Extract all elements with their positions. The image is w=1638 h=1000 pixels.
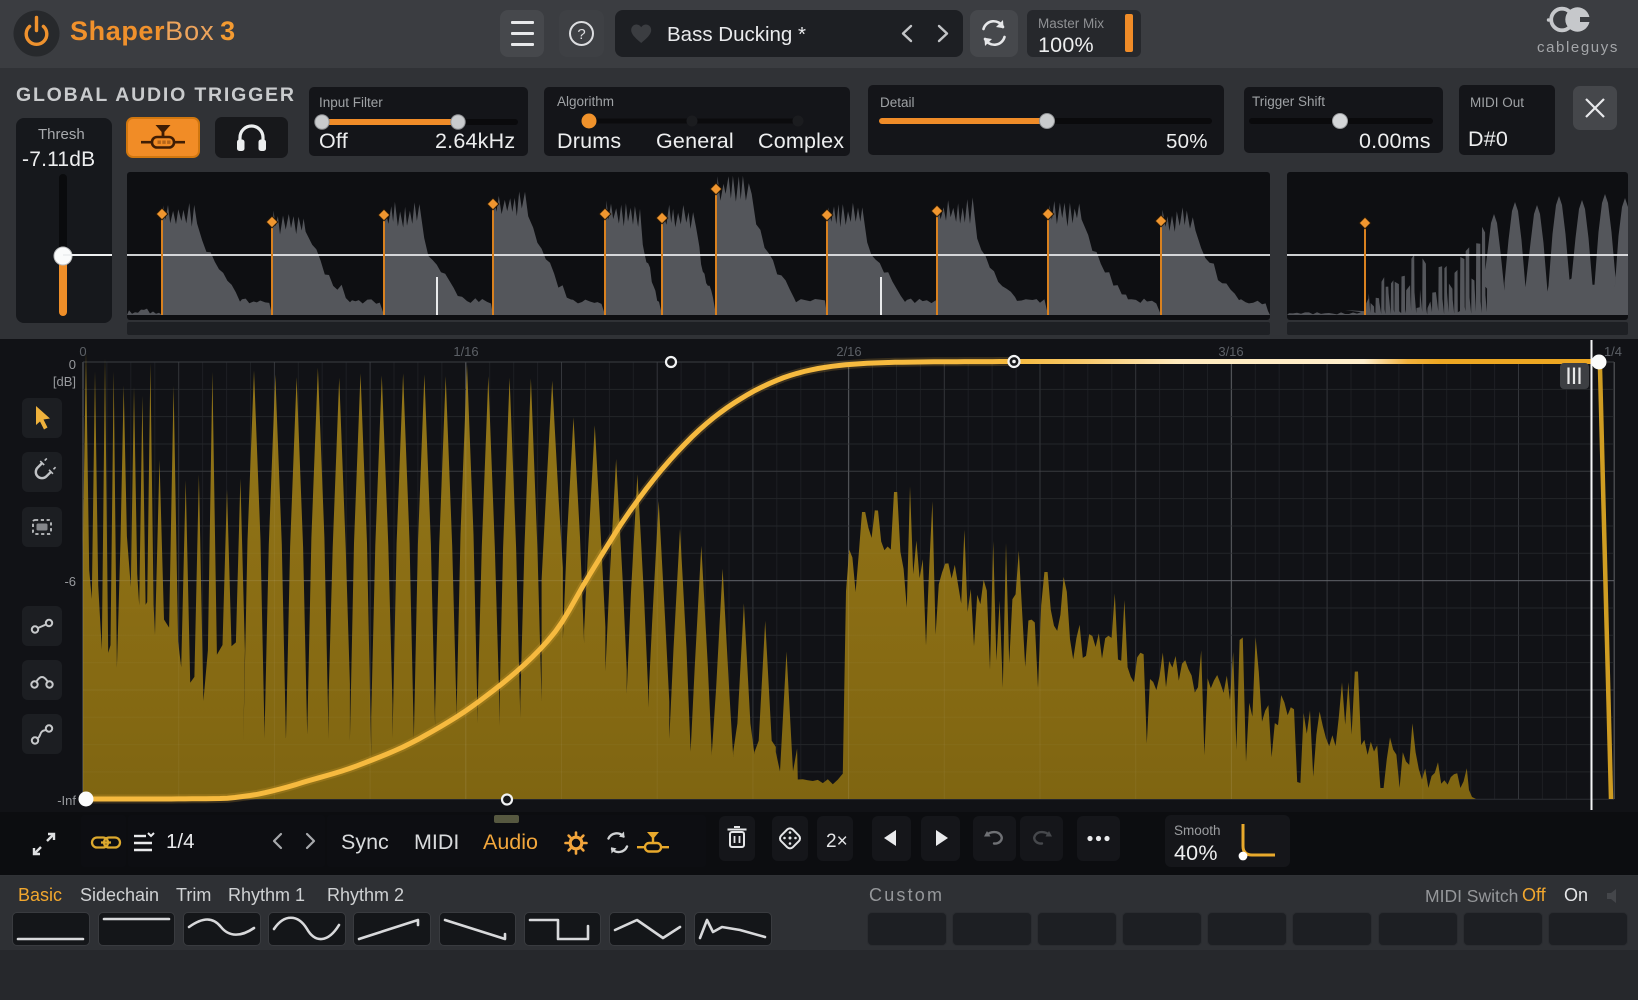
svg-text:1/4: 1/4 bbox=[1604, 344, 1622, 359]
svg-text:-Inf: -Inf bbox=[57, 793, 76, 808]
svg-text:[dB]: [dB] bbox=[53, 374, 76, 389]
svg-text:0: 0 bbox=[69, 357, 76, 372]
svg-text:2/16: 2/16 bbox=[836, 344, 861, 359]
svg-text:0: 0 bbox=[79, 344, 86, 359]
svg-text:-6: -6 bbox=[64, 574, 76, 589]
svg-text:?: ? bbox=[577, 26, 585, 43]
svg-text:1/16: 1/16 bbox=[453, 344, 478, 359]
svg-text:3/16: 3/16 bbox=[1218, 344, 1243, 359]
